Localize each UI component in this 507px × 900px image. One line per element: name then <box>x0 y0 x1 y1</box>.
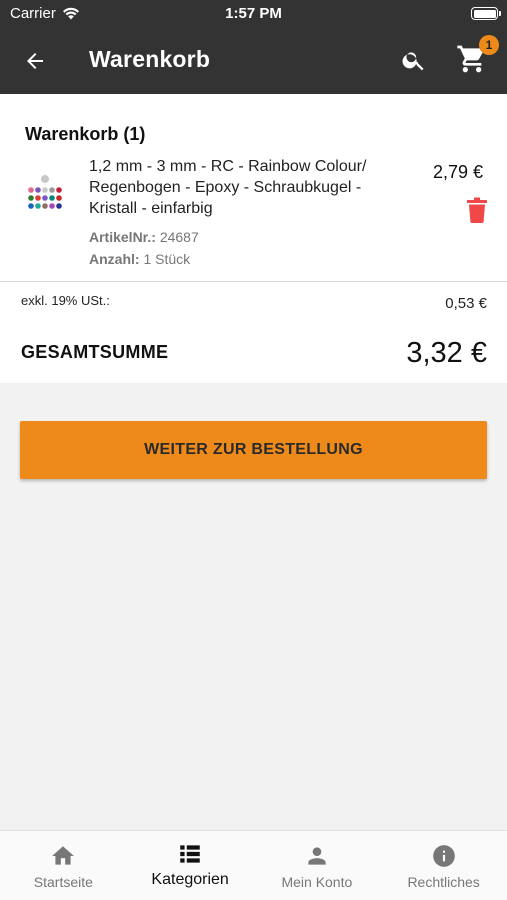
info-icon <box>432 845 455 867</box>
quantity-row: Anzahl: 1 Stück <box>89 251 190 267</box>
app-bar: Warenkorb <box>0 28 507 94</box>
quantity-label: Anzahl: <box>89 251 140 267</box>
vat-label: exkl. 19% USt.: <box>21 293 110 308</box>
cart-heading: Warenkorb (1) <box>25 124 146 144</box>
tab-label: Rechtliches <box>407 874 480 890</box>
person-icon <box>308 847 326 865</box>
article-number-label: ArtikelNr.: <box>89 229 156 245</box>
page-title: Warenkorb <box>89 46 211 72</box>
product-thumbnail[interactable] <box>21 170 69 218</box>
battery-icon <box>471 7 501 20</box>
tab-label: Startseite <box>33 874 93 890</box>
trash-icon[interactable] <box>466 197 488 223</box>
search-button[interactable] <box>399 45 429 75</box>
search-icon <box>402 52 424 71</box>
article-number-value: 24687 <box>159 229 199 245</box>
tab-kategorien[interactable]: Kategorien <box>127 831 254 900</box>
tab-mein-konto[interactable]: Mein Konto <box>254 831 381 900</box>
home-icon <box>52 846 75 865</box>
back-button[interactable] <box>20 46 50 76</box>
clock: 1:57 PM <box>225 5 282 22</box>
total-value: 3,32 € <box>406 337 487 369</box>
status-bar: Carrier 1:57 PM <box>0 0 507 28</box>
list-icon <box>180 845 200 863</box>
quantity-value: 1 Stück <box>143 251 191 267</box>
arrow-left-icon <box>27 53 43 69</box>
total-label: GESAMTSUMME <box>21 342 169 362</box>
tab-rechtliches[interactable]: Rechtliches <box>380 831 507 900</box>
tab-label: Mein Konto <box>281 874 353 890</box>
vat-value: 0,53 € <box>445 295 487 312</box>
totals-section: exkl. 19% USt.: 0,53 € GESAMTSUMME 3,32 … <box>0 281 507 383</box>
cart-count-badge: 1 <box>479 35 499 55</box>
tab-startseite[interactable]: Startseite <box>0 831 127 900</box>
bottom-tab-bar: Startseite Kategorien Mein Konto Rechtli… <box>0 830 507 900</box>
product-price: 2,79 € <box>433 162 484 182</box>
article-number-row: ArtikelNr.: 24687 <box>89 229 199 245</box>
tab-label: Kategorien <box>151 871 229 888</box>
product-name[interactable]: 1,2 mm - 3 mm - RC - Rainbow Colour/ Reg… <box>89 156 389 219</box>
continue-order-button[interactable]: WEITER ZUR BESTELLUNG <box>20 421 487 479</box>
